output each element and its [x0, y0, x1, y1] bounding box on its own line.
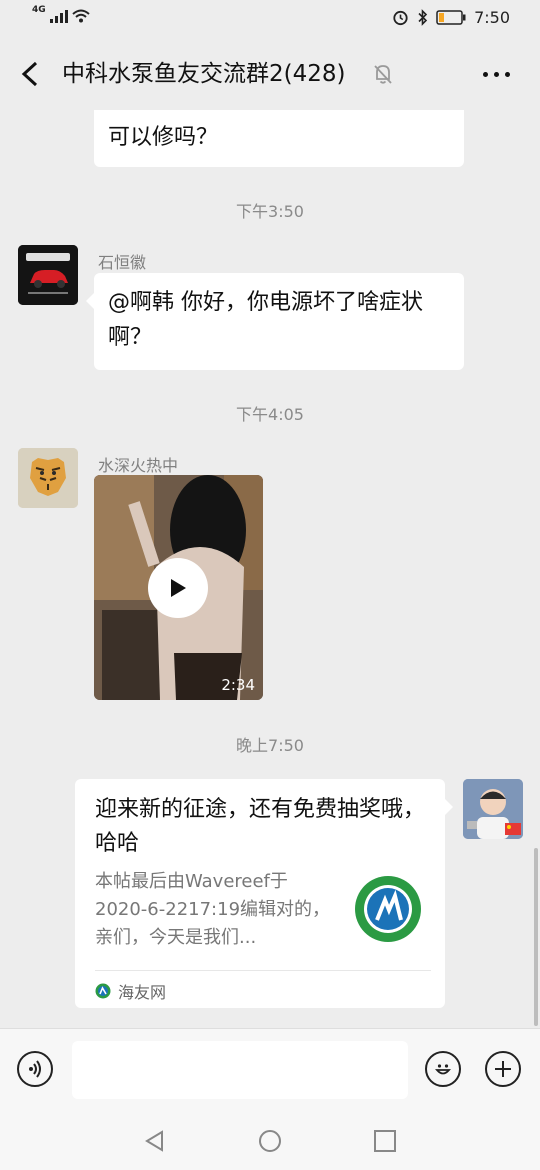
car-avatar-icon	[18, 245, 78, 305]
card-source: 海友网	[95, 979, 166, 1003]
card-logo-icon	[355, 876, 421, 942]
nav-recent-icon[interactable]	[373, 1129, 397, 1153]
card-title: 迎来新的征途，还有免费抽奖哦，哈哈	[95, 797, 426, 856]
wifi-icon	[71, 9, 90, 23]
timestamp-2: 下午4:05	[236, 405, 304, 424]
plus-icon	[495, 1061, 511, 1077]
voice-button[interactable]	[17, 1051, 53, 1087]
input-bar	[0, 1028, 540, 1113]
sender-name-3: 水深火热中	[98, 456, 179, 475]
bluetooth-icon	[418, 9, 428, 26]
signal-area: 4G	[32, 5, 90, 23]
card-description: 本帖最后由Wavereef于2020-6-2217:19编辑对的，亲们，今天是我…	[95, 871, 331, 948]
video-duration: 2:34	[221, 676, 255, 694]
back-icon[interactable]	[18, 60, 42, 88]
emoji-button[interactable]	[425, 1051, 461, 1087]
avatar-shuishenhuorezhong[interactable]	[18, 448, 78, 508]
message-input[interactable]	[72, 1041, 408, 1099]
source-icon	[95, 983, 111, 999]
more-icon[interactable]	[483, 72, 510, 77]
alarm-icon	[393, 10, 408, 26]
plus-button[interactable]	[485, 1051, 521, 1087]
link-card[interactable]: 迎来新的征途，还有免费抽奖哦，哈哈 本帖最后由Wavereef于2020-6-2…	[75, 779, 453, 1008]
chat-title: 中科水泵鱼友交流群2(428)	[62, 61, 346, 87]
child-avatar-icon	[463, 779, 523, 839]
system-nav-bar	[0, 1112, 540, 1170]
nav-home-icon[interactable]	[258, 1129, 282, 1153]
clock: 7:50	[474, 8, 510, 27]
timestamp-3: 晚上7:50	[236, 736, 304, 755]
emoji-icon	[435, 1064, 451, 1075]
card-source-label: 海友网	[118, 983, 167, 1002]
message-text-2: @啊韩 你好，你电源坏了啥症状啊？	[108, 290, 423, 350]
mute-icon	[374, 65, 392, 84]
network-type: 4G	[32, 5, 46, 15]
tiger-avatar-icon	[18, 448, 78, 508]
status-icons: 7:50	[392, 8, 510, 27]
signal-icon	[49, 9, 68, 23]
battery-icon	[436, 10, 466, 25]
scrollbar[interactable]	[534, 848, 538, 1026]
nav-back-icon[interactable]	[143, 1129, 167, 1153]
card-divider	[95, 970, 431, 971]
avatar-shihenghui[interactable]	[18, 245, 78, 305]
video-message[interactable]: 2:34	[94, 475, 263, 700]
message-text-1: 可以修吗？	[108, 125, 219, 150]
play-icon[interactable]	[148, 558, 208, 618]
timestamp-1: 下午3:50	[236, 202, 304, 221]
status-bar: 4G 7:50	[0, 0, 540, 38]
voice-icon	[29, 1060, 41, 1078]
chat-header: 中科水泵鱼友交流群2(428)	[0, 38, 540, 110]
sender-name-2: 石恒徽	[98, 253, 147, 272]
avatar-self[interactable]	[463, 779, 523, 839]
message-bubble-2[interactable]: @啊韩 你好，你电源坏了啥症状啊？	[86, 273, 464, 370]
